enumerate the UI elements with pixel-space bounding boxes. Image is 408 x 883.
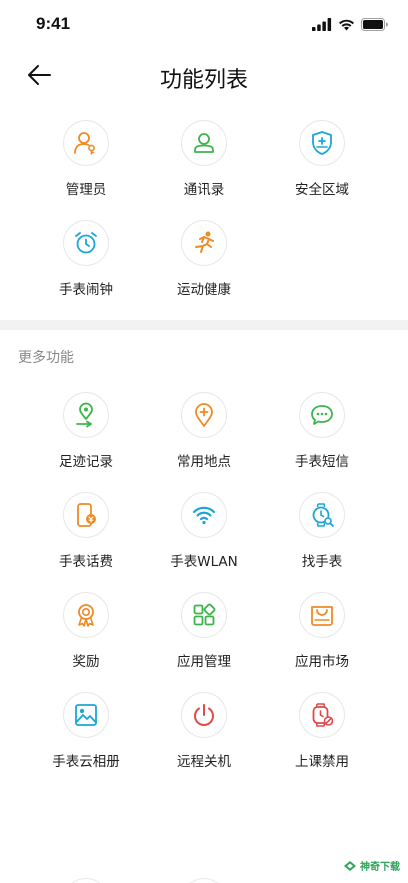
feature-watch-sms[interactable]: 手表短信 (262, 392, 382, 482)
feature-label: 安全区域 (295, 182, 349, 198)
feature-label: 运动健康 (177, 282, 231, 298)
add-location-icon (195, 403, 213, 427)
find-watch-icon (312, 503, 334, 527)
status-icons (312, 16, 388, 35)
feature-label: 上课禁用 (295, 754, 349, 770)
phone-bill-icon (77, 503, 96, 527)
status-time: 9:41 (36, 14, 71, 33)
nav-bar: 功能列表 (0, 50, 408, 100)
wifi-status-icon (338, 16, 355, 35)
feature-footprint[interactable]: 足迹记录 (26, 392, 146, 482)
shopping-bag-icon (311, 606, 333, 626)
feature-label: 手表WLAN (170, 554, 238, 570)
feature-label: 通讯录 (183, 182, 225, 198)
feature-contacts[interactable]: 通讯录 (144, 120, 264, 210)
feature-app-management[interactable]: 应用管理 (144, 592, 264, 682)
award-icon (78, 604, 94, 627)
status-bar: 9:41 (0, 0, 408, 50)
alarm-clock-icon (75, 232, 97, 254)
feature-label: 奖励 (72, 654, 100, 670)
feature-find-watch[interactable]: 找手表 (262, 492, 382, 582)
feature-watch-alarm[interactable]: 手表闹钟 (26, 220, 146, 310)
feature-label: 管理员 (65, 182, 107, 198)
wifi-icon (192, 506, 216, 525)
footprint-location-icon (76, 402, 93, 428)
section-divider (0, 320, 408, 330)
running-icon (195, 231, 214, 253)
page-title: 功能列表 (159, 68, 248, 93)
partial-next-row-item[interactable] (181, 878, 227, 883)
watermark-text: 神奇下载 (360, 862, 400, 873)
feature-label: 足迹记录 (59, 454, 113, 470)
feature-label: 应用管理 (177, 654, 231, 670)
watch-disable-icon (312, 703, 334, 727)
photo-album-icon (75, 704, 97, 726)
feature-award[interactable]: 奖励 (26, 592, 146, 682)
feature-label: 常用地点 (177, 454, 231, 470)
admin-user-icon (74, 132, 95, 155)
contacts-icon (194, 133, 214, 153)
signal-icon (312, 16, 332, 35)
feature-common-places[interactable]: 常用地点 (144, 392, 264, 482)
feature-phone-bill[interactable]: 手表话费 (26, 492, 146, 582)
message-icon (311, 405, 333, 425)
feature-admin[interactable]: 管理员 (26, 120, 146, 210)
feature-cloud-album[interactable]: 手表云相册 (26, 692, 146, 782)
watermark: 神奇下载 (343, 858, 400, 873)
feature-class-disable[interactable]: 上课禁用 (262, 692, 382, 782)
feature-label: 应用市场 (295, 654, 349, 670)
feature-app-market[interactable]: 应用市场 (262, 592, 382, 682)
feature-safe-zone[interactable]: 安全区域 (262, 120, 382, 210)
section-title: 更多功能 (18, 350, 74, 366)
feature-sports-health[interactable]: 运动健康 (144, 220, 264, 310)
feature-label: 远程关机 (177, 754, 231, 770)
feature-watch-wlan[interactable]: 手表WLAN (144, 492, 264, 582)
watermark-logo-icon (344, 860, 356, 871)
power-icon (194, 704, 214, 726)
feature-label: 找手表 (301, 554, 343, 570)
feature-label: 手表短信 (295, 454, 349, 470)
app-grid-icon (193, 603, 216, 626)
battery-icon (361, 16, 388, 35)
feature-label: 手表云相册 (52, 754, 120, 770)
shield-icon (312, 131, 332, 155)
partial-next-row-item[interactable] (63, 878, 109, 883)
feature-remote-shutdown[interactable]: 远程关机 (144, 692, 264, 782)
feature-label: 手表话费 (59, 554, 113, 570)
feature-label: 手表闹钟 (59, 282, 113, 298)
